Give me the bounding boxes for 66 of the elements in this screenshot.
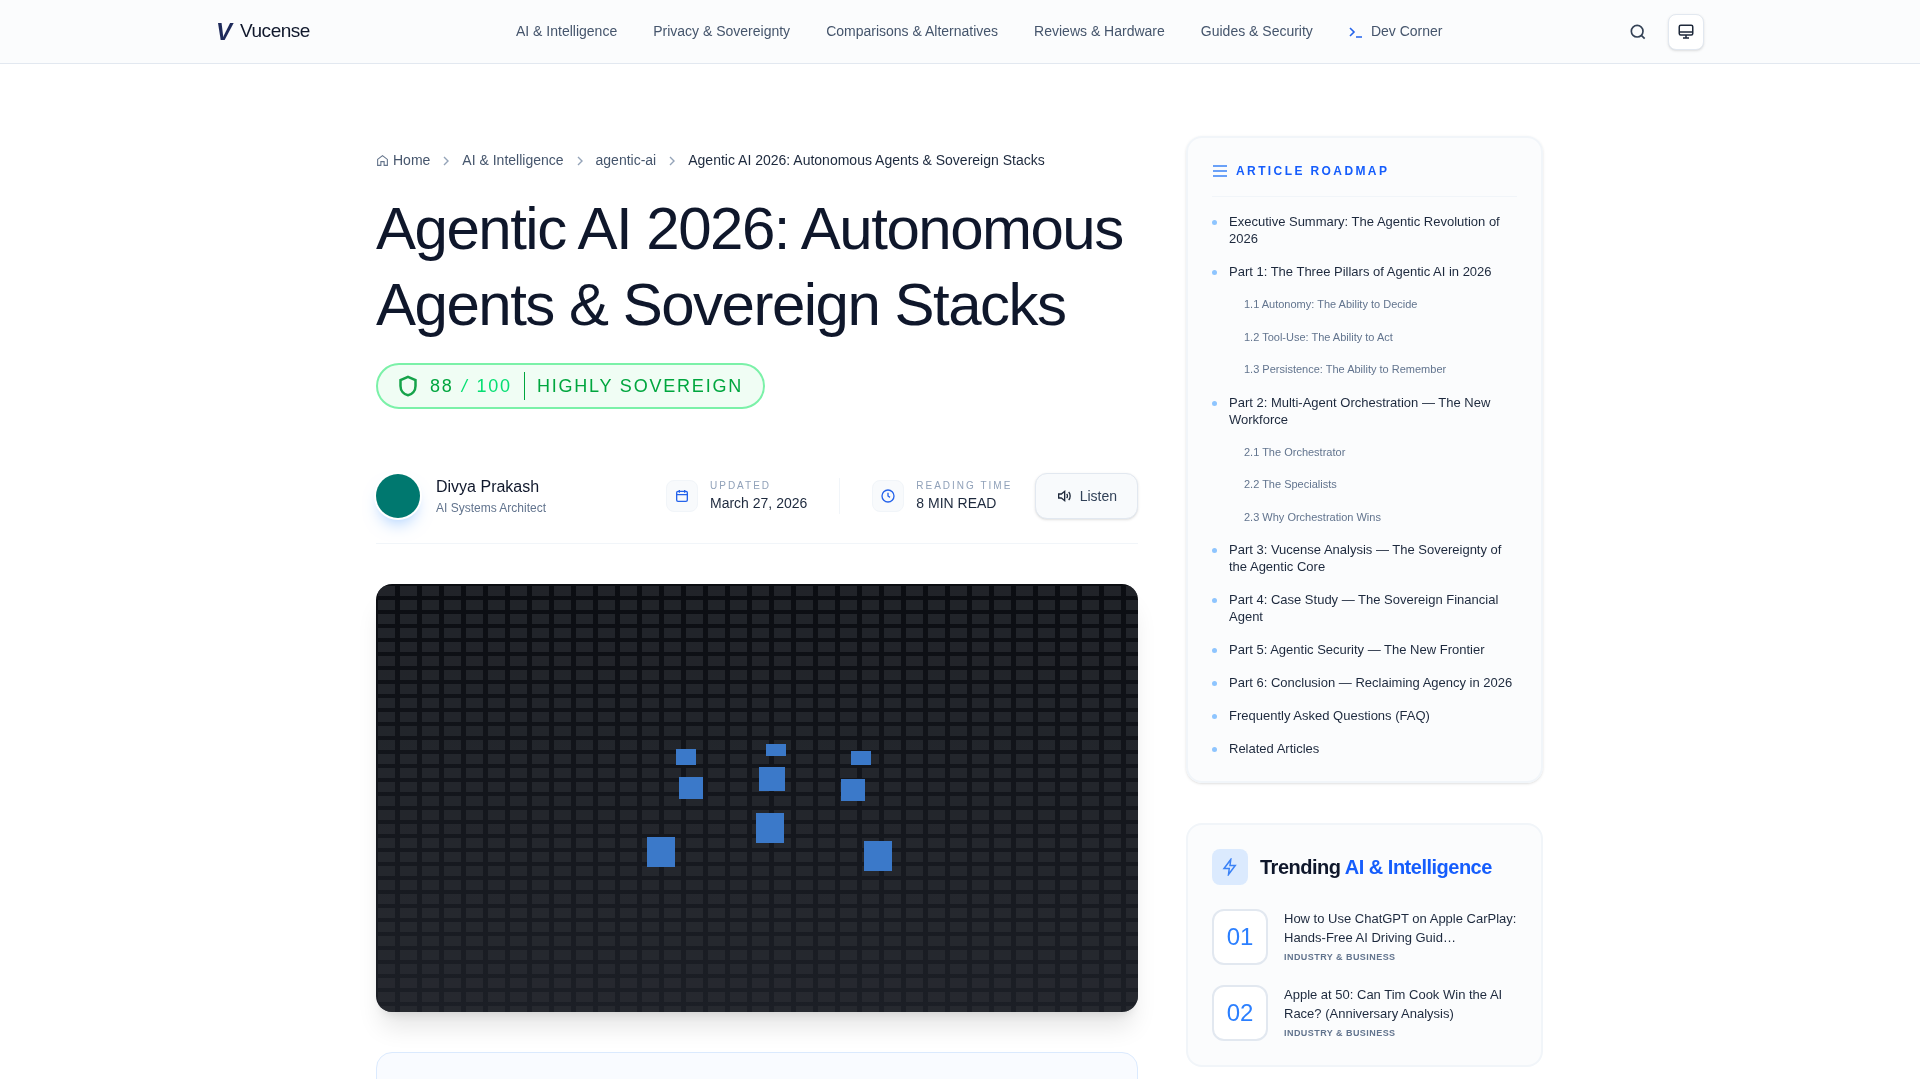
bullet-icon <box>1212 714 1217 719</box>
rank-number: 01 <box>1212 909 1268 965</box>
roadmap-heading: ARTICLE ROADMAP <box>1236 163 1390 180</box>
calendar-icon <box>666 480 698 512</box>
lightning-icon <box>1212 849 1248 885</box>
trending-article-link[interactable]: How to Use ChatGPT on Apple CarPlay: Hands-Free AI Driving Guid… <box>1284 909 1517 947</box>
article-category: INDUSTRY & BUSINESS <box>1284 951 1397 964</box>
monitor-icon <box>1677 22 1695 41</box>
breadcrumb-current: Agentic AI 2026: Autonomous Agents & Sovereign Stacks <box>688 151 1045 170</box>
article-title: Agentic AI 2026: Autonomous Agents & Sovereign Stacks <box>376 194 1124 340</box>
roadmap-link[interactable]: Part 5: Agentic Security — The New Frontier <box>1229 641 1485 658</box>
home-icon <box>376 154 389 167</box>
meta-label: UPDATED <box>710 479 773 493</box>
terminal-icon <box>1348 25 1363 38</box>
bullet-icon <box>1212 270 1217 275</box>
trending-article-link[interactable]: Apple at 50: Can Tim Cook Win the AI Race? (Anniversary Analysis) <box>1284 985 1517 1023</box>
meta-value: 8 MIN READ <box>916 494 998 513</box>
author-name: Divya Prakash <box>436 477 541 497</box>
monitor-button[interactable] <box>1668 13 1704 50</box>
nav-link[interactable]: Reviews & Hardware <box>1034 21 1165 42</box>
author-role: AI Systems Architect <box>436 500 548 517</box>
nav-link[interactable]: Dev Corner <box>1370 21 1443 42</box>
author-avatar <box>376 474 420 518</box>
breadcrumb-link[interactable]: agentic-ai <box>595 150 657 171</box>
trending-heading: Trending AI & Intelligence <box>1260 855 1492 880</box>
bullet-icon <box>1212 400 1217 406</box>
bullet-icon <box>1212 648 1217 653</box>
listen-button[interactable]: Listen <box>1034 473 1138 519</box>
rank-number: 02 <box>1212 985 1268 1041</box>
bullet-icon <box>1212 220 1217 225</box>
roadmap-link[interactable]: Part 4: Case Study — The Sovereign Financial Agent <box>1229 591 1517 625</box>
roadmap-link[interactable]: Part 1: The Three Pillars of Agentic AI in 2026 <box>1229 263 1492 280</box>
breadcrumb-link[interactable]: Home <box>393 150 431 171</box>
roadmap-sublink[interactable]: 1.1 Autonomy: The Ability to Decide <box>1212 296 1517 313</box>
roadmap-sublink[interactable]: 1.3 Persistence: The Ability to Remember <box>1212 361 1517 378</box>
roadmap-link[interactable]: Part 3: Vucense Analysis — The Sovereignty of the Agentic Core <box>1229 541 1517 575</box>
logo-mark[interactable]: V <box>216 13 232 50</box>
nav-link[interactable]: AI & Intelligence <box>516 21 618 42</box>
roadmap-sublink[interactable]: 2.2 The Specialists <box>1212 476 1517 493</box>
roadmap-link[interactable]: Part 6: Conclusion — Reclaiming Agency in 2026 <box>1229 674 1513 691</box>
chevron-icon <box>668 155 677 166</box>
roadmap-link[interactable]: Related Articles <box>1229 740 1320 757</box>
nav-link[interactable]: Comparisons & Alternatives <box>826 21 999 42</box>
clock-icon <box>872 480 905 512</box>
speaker-icon <box>1055 488 1072 504</box>
chevron-icon <box>575 155 584 166</box>
article-category: INDUSTRY & BUSINESS <box>1284 1027 1397 1040</box>
logo-text[interactable]: Vucense <box>240 17 310 46</box>
sovereignty-score-badge: 88 / 100 HIGHLY SOVEREIGN <box>376 363 766 409</box>
breadcrumb-link[interactable]: AI & Intelligence <box>462 150 564 171</box>
roadmap-link[interactable]: Frequently Asked Questions (FAQ) <box>1229 707 1430 724</box>
roadmap-sublink[interactable]: 2.3 Why Orchestration Wins <box>1212 508 1517 525</box>
bullet-icon <box>1212 598 1217 603</box>
chevron-icon <box>442 155 451 166</box>
meta-value: March 27, 2026 <box>710 494 808 513</box>
bullet-icon <box>1212 681 1217 686</box>
roadmap-sublink[interactable]: 2.1 The Orchestrator <box>1212 443 1517 460</box>
roadmap-sublink[interactable]: 1.2 Tool-Use: The Ability to Act <box>1212 328 1517 345</box>
nav-link[interactable]: Guides & Security <box>1200 21 1313 42</box>
list-icon <box>1212 165 1228 177</box>
roadmap-link[interactable]: Executive Summary: The Agentic Revolution of 2026 <box>1229 213 1517 247</box>
nav-link[interactable]: Privacy & Sovereignty <box>653 21 791 42</box>
meta-label: READING TIME <box>916 479 1013 493</box>
roadmap-link[interactable]: Part 2: Multi-Agent Orchestration — The New Workforce <box>1229 393 1517 428</box>
bullet-icon <box>1212 747 1217 752</box>
bullet-icon <box>1212 548 1217 553</box>
